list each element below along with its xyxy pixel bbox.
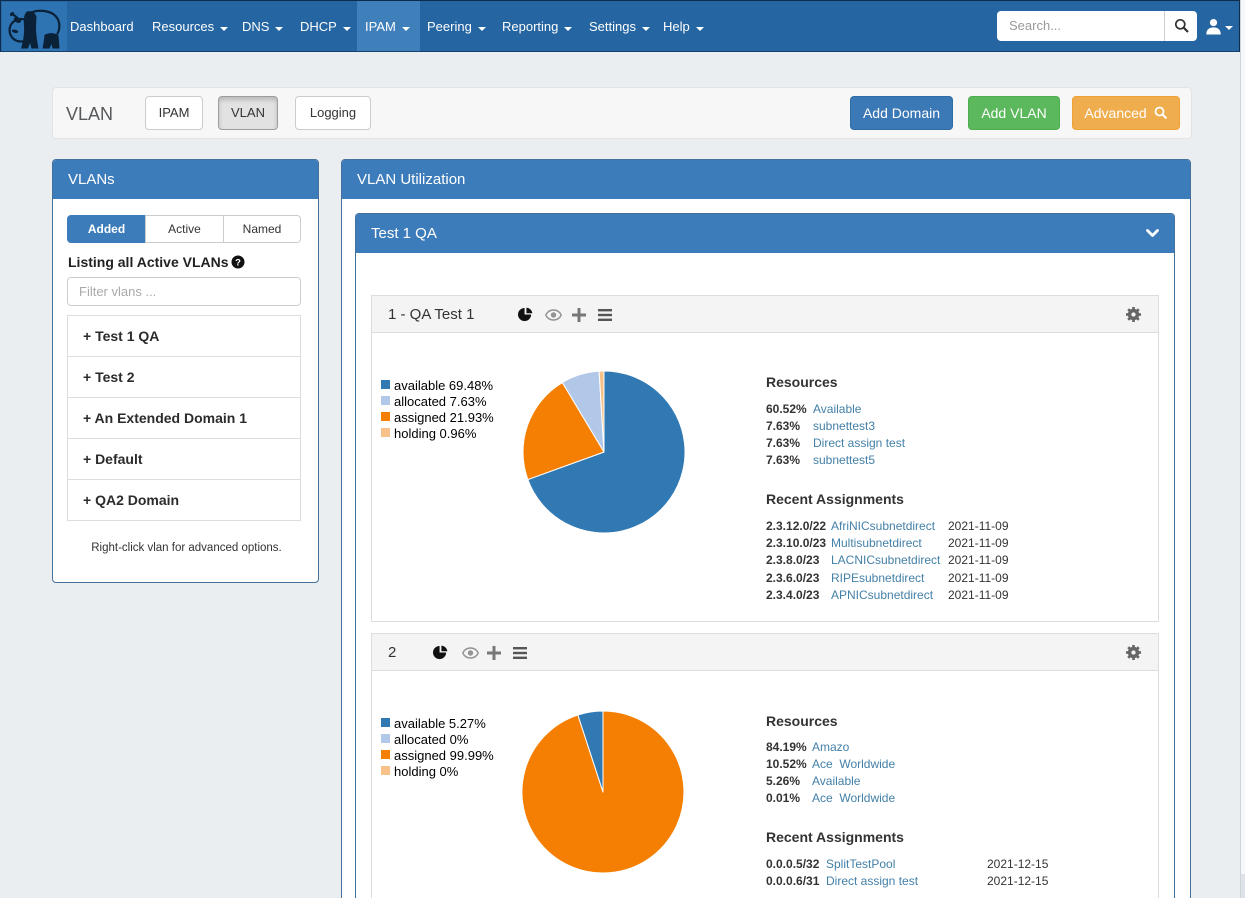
svg-text:?: ? <box>235 257 241 268</box>
